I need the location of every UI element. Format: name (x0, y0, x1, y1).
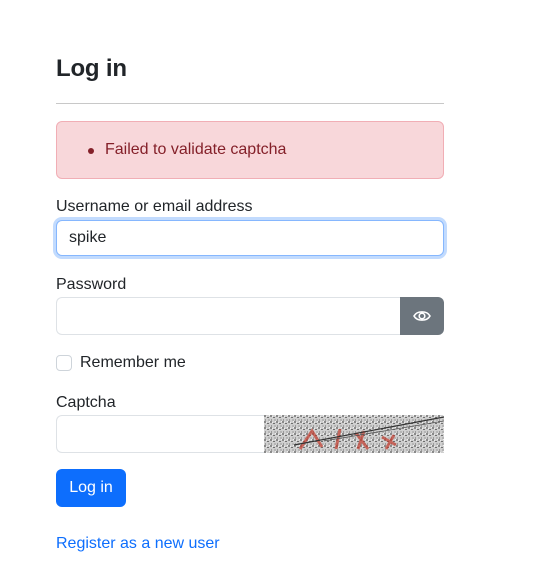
username-input[interactable]: spike (56, 220, 444, 256)
login-button[interactable]: Log in (56, 469, 126, 507)
password-group (56, 297, 444, 335)
password-label: Password (56, 276, 127, 293)
username-value: spike (69, 229, 107, 246)
captcha-input[interactable] (56, 415, 265, 453)
eye-icon (413, 309, 431, 323)
bullet-icon (88, 148, 94, 154)
captcha-image (264, 415, 444, 453)
error-alert: Failed to validate captcha (56, 121, 444, 179)
password-input[interactable] (56, 297, 401, 335)
remember-me-checkbox[interactable] (56, 355, 72, 371)
username-label: Username or email address (56, 198, 253, 215)
page-title: Log in (56, 55, 127, 82)
show-password-button[interactable] (400, 297, 444, 335)
register-link[interactable]: Register as a new user (56, 535, 220, 553)
captcha-label: Captcha (56, 394, 116, 411)
error-message: Failed to validate captcha (105, 141, 287, 158)
title-divider (56, 103, 444, 104)
remember-me-label[interactable]: Remember me (80, 354, 186, 372)
